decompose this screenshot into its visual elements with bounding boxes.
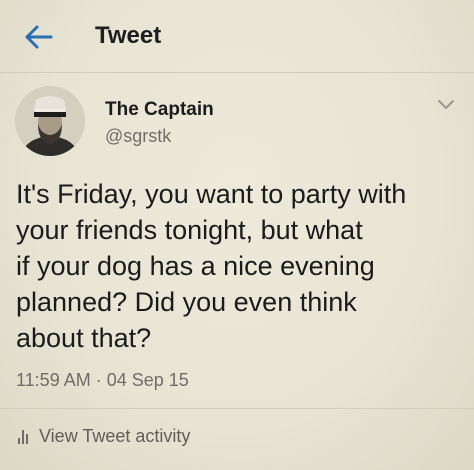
tweet-date: 04 Sep 15 [106, 370, 189, 390]
tweet-line: planned? Did you even think [16, 287, 357, 317]
chevron-down-icon[interactable] [436, 98, 456, 112]
arrow-left-icon [25, 25, 53, 49]
tweet-line: about that? [16, 323, 152, 353]
page-title: Tweet [95, 22, 162, 49]
author-name[interactable]: The Captain [105, 99, 214, 121]
author-handle[interactable]: @sgrstk [105, 126, 171, 147]
tweet-timestamp: 11:59 AM · 04 Sep 15 [16, 370, 189, 391]
author-row: The Captain @sgrstk [0, 86, 474, 166]
avatar[interactable] [15, 86, 85, 156]
tweet-text: It's Friday, you want to party with your… [16, 176, 456, 356]
tweet-line: your friends tonight, but what [16, 215, 363, 245]
back-button[interactable] [22, 20, 56, 54]
bar-chart-icon [18, 429, 28, 444]
activity-label: View Tweet activity [39, 426, 191, 446]
top-bar: Tweet [0, 0, 474, 73]
tweet-detail-screen: Tweet The Captain @sgrstk It's Friday, y… [0, 0, 474, 470]
divider [0, 408, 474, 409]
tweet-line: It's Friday, you want to party with [16, 179, 407, 209]
tweet-time: 11:59 AM [16, 370, 91, 390]
tweet-line: if your dog has a nice evening [16, 251, 375, 281]
meta-separator: · [95, 370, 102, 390]
view-tweet-activity-button[interactable]: View Tweet activity [18, 426, 190, 447]
profile-photo-icon [15, 86, 85, 156]
